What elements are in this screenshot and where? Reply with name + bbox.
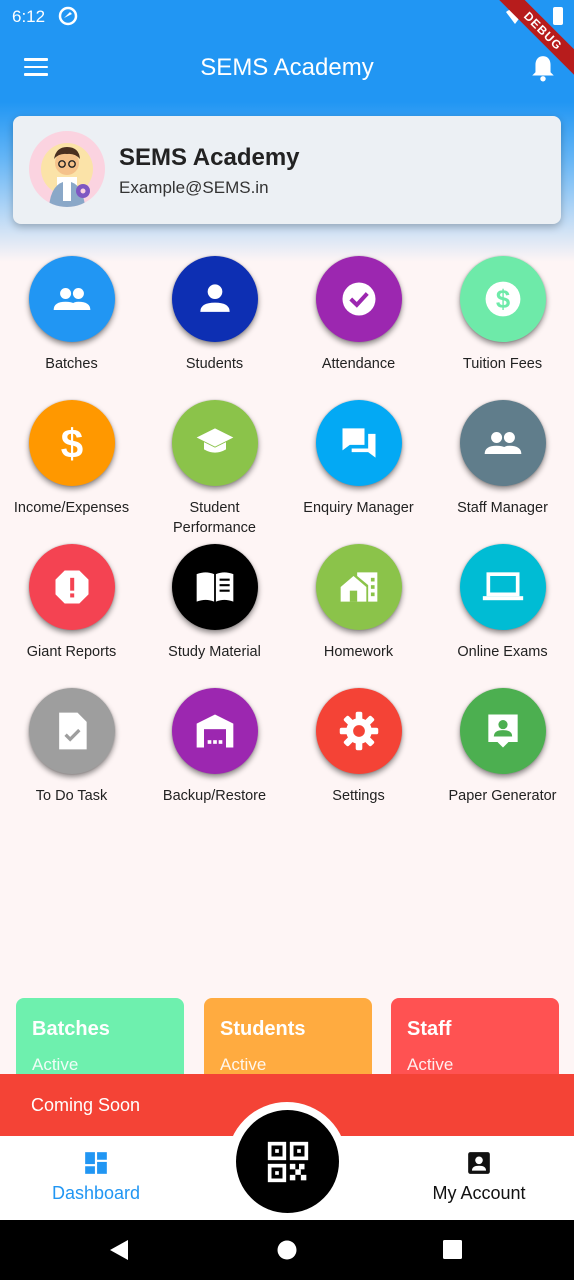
menu-settings[interactable]: Settings [287,688,430,806]
menu-label: Backup/Restore [162,788,267,804]
settings-icon [339,711,378,751]
stat-card-subtitle: Active [32,1055,79,1074]
dollar-icon: $ [60,421,82,465]
menu-label: Giant Reports [26,644,117,660]
person-icon [199,284,230,312]
menu-giant-reports[interactable]: Giant Reports [0,544,143,662]
stat-cards: Batches Active Students Active Staff Act… [0,998,574,1088]
nav-dashboard-label: Dashboard [51,1183,141,1203]
menu-label: Paper Generator [448,788,557,804]
warehouse-icon [196,714,233,748]
status-time: 6:12 [12,7,46,26]
tuition-fees-circle: $ [459,256,546,342]
task-icon [58,712,87,750]
profile-email: Example@SEMS.in [119,178,269,197]
home-icon[interactable] [277,1240,297,1260]
menu-enquiry-manager[interactable]: Enquiry Manager [287,400,430,518]
menu-label: Staff Manager [457,500,548,516]
stat-card-subtitle: Active [407,1055,454,1074]
check-circle-icon [342,282,375,316]
giant-reports-circle [28,544,115,630]
menu-label: Enquiry Manager [303,500,414,516]
back-icon[interactable] [108,1239,130,1261]
stat-card-subtitle: Active [220,1055,267,1074]
app-title: SEMS Academy [200,54,374,81]
dollar-circle-icon: $ [485,281,520,317]
study-material-circle [171,544,258,630]
menu-to-do-task[interactable]: To Do Task [0,688,143,806]
menu-label: Batches [45,356,98,372]
homework-circle [315,544,402,630]
sync-icon [58,6,78,26]
status-bar: 6:12 [0,0,574,34]
avatar [29,131,105,207]
menu-label: Study Material [168,644,261,660]
menu-attendance[interactable]: Attendance [287,256,430,374]
menu-batches[interactable]: Batches [0,256,143,374]
system-nav-bar [0,1220,574,1280]
profile-name: SEMS Academy [119,144,300,171]
menu-label: Tuition Fees [462,356,543,372]
paper-generator-circle [459,688,546,774]
book-icon [196,572,233,602]
attendance-circle [315,256,402,342]
stat-card-title: Staff [407,1018,452,1040]
school-icon [196,428,233,453]
menu-backup-restore[interactable]: Backup/Restore [143,688,286,806]
menu-study-material[interactable]: Study Material [143,544,286,662]
menu-label: To Do Task [35,788,108,804]
student-performance-circle [171,400,258,486]
menu-label: Homework [323,644,394,660]
laptop-icon [482,572,523,601]
qr-scan-button[interactable] [236,1110,339,1213]
nav-dashboard[interactable]: Dashboard [40,1150,152,1204]
menu-tuition-fees[interactable]: $ Tuition Fees [431,256,574,374]
students-circle [171,256,258,342]
app-bar: SEMS Academy [0,34,574,102]
recents-icon[interactable] [443,1240,462,1259]
home-work-icon [340,572,377,602]
online-exams-circle [459,544,546,630]
report-icon [55,570,88,604]
wifi-icon [506,8,524,24]
account-box-icon [468,1152,490,1174]
menu-staff-manager[interactable]: Staff Manager [431,400,574,518]
menu-homework[interactable]: Homework [287,544,430,662]
staff-manager-circle [459,400,546,486]
nav-my-account-label: My Account [432,1183,526,1203]
menu-label: Attendance [321,356,396,372]
menu-label: Income/Expenses [13,500,130,516]
chat-icon [342,428,375,458]
group-icon [53,288,90,310]
menu-label: Online Exams [457,644,548,660]
profile-card[interactable]: SEMS Academy Example@SEMS.in [13,116,561,224]
income-expenses-circle: $ [28,400,115,486]
bell-icon[interactable] [530,54,556,82]
enquiry-manager-circle [315,400,402,486]
dashboard-icon [85,1152,107,1174]
menu-students[interactable]: Students [143,256,286,374]
menu-label: Students [185,356,244,372]
batches-circle [28,256,115,342]
contact-icon [487,714,518,748]
avatar-illustration [41,143,93,207]
menu-label: Student Performance [172,500,256,536]
menu-paper-generator[interactable]: Paper Generator [431,688,574,806]
group-icon [484,432,521,454]
stat-card-title: Batches [32,1018,110,1040]
backup-restore-circle [171,688,258,774]
qr-code-icon [267,1141,308,1182]
menu-label: Settings [332,788,385,804]
to-do-task-circle [28,688,115,774]
stat-card-title: Students [220,1018,306,1040]
svg-text:$: $ [495,286,509,314]
menu-income-expenses[interactable]: $ Income/Expenses [0,400,143,518]
battery-icon [553,7,563,25]
svg-text:$: $ [60,421,82,465]
menu-online-exams[interactable]: Online Exams [431,544,574,662]
settings-circle [315,688,402,774]
nav-my-account[interactable]: My Account [420,1150,538,1204]
menu-student-performance[interactable]: Student Performance [143,400,286,538]
